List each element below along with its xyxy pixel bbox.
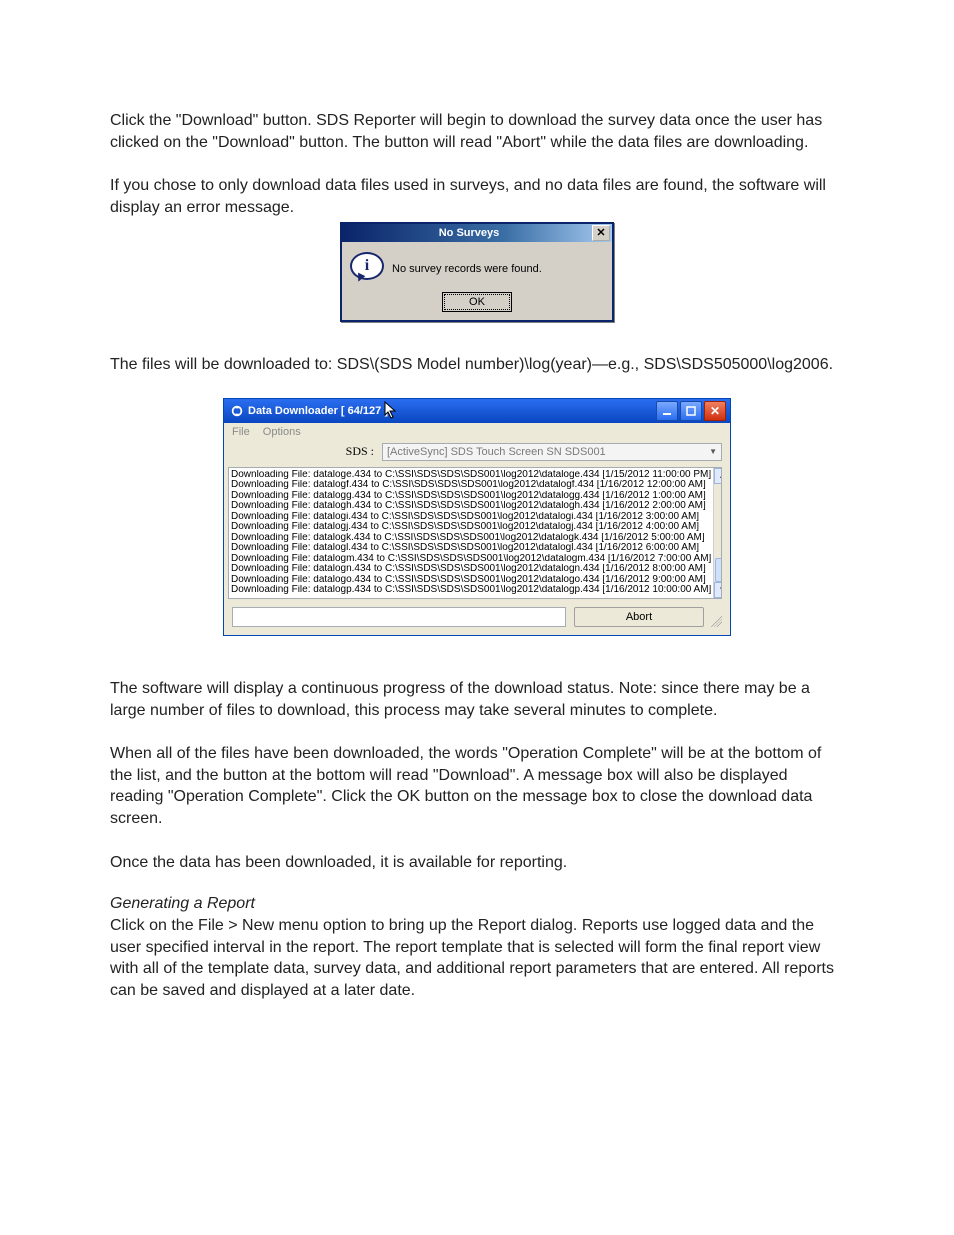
menu-options[interactable]: Options: [263, 426, 301, 438]
log-line: Downloading File: datalogg.434 to C:\SSI…: [231, 491, 711, 502]
log-line: Downloading File: datalogp.434 to C:\SSI…: [231, 585, 711, 596]
log-line: Downloading File: datalogj.434 to C:\SSI…: [231, 522, 711, 533]
sync-icon: [230, 404, 244, 418]
log-line: Downloading File: datalogn.434 to C:\SSI…: [231, 564, 711, 575]
paragraph: Click on the File > New menu option to b…: [110, 915, 844, 1001]
dialog-title: No Surveys: [346, 227, 592, 239]
resize-grip-icon[interactable]: [708, 613, 722, 627]
scroll-thumb[interactable]: [715, 558, 722, 582]
no-surveys-dialog: No Surveys ✕ i No survey records were fo…: [340, 222, 614, 322]
download-log: Downloading File: dataloge.434 to C:\SSI…: [228, 467, 722, 599]
ok-button[interactable]: OK: [444, 294, 510, 310]
cursor-icon: [384, 401, 398, 422]
maximize-icon[interactable]: [680, 401, 702, 421]
close-icon[interactable]: ✕: [592, 225, 610, 241]
paragraph: The software will display a continuous p…: [110, 678, 844, 721]
menubar: File Options: [224, 423, 730, 441]
sds-value: [ActiveSync] SDS Touch Screen SN SDS001: [387, 446, 606, 458]
menu-file[interactable]: File: [232, 426, 250, 438]
log-line: Downloading File: datalogi.434 to C:\SSI…: [231, 512, 711, 523]
log-line: Downloading File: dataloge.434 to C:\SSI…: [231, 470, 711, 481]
log-line: Downloading File: datalogh.434 to C:\SSI…: [231, 501, 711, 512]
sds-dropdown[interactable]: [ActiveSync] SDS Touch Screen SN SDS001 …: [382, 443, 722, 461]
log-line: Downloading File: datalogk.434 to C:\SSI…: [231, 533, 711, 544]
scrollbar[interactable]: ▲ ▼: [713, 468, 721, 598]
info-icon: i: [350, 252, 382, 286]
log-line: Downloading File: datalogf.434 to C:\SSI…: [231, 480, 711, 491]
window-titlebar[interactable]: Data Downloader [ 64/127 ] ✕: [224, 399, 730, 423]
chevron-down-icon: ▼: [709, 447, 717, 456]
log-line: Downloading File: datalogo.434 to C:\SSI…: [231, 575, 711, 586]
paragraph: When all of the files have been download…: [110, 743, 844, 829]
log-line: Downloading File: datalogl.434 to C:\SSI…: [231, 543, 711, 554]
paragraph: Click the "Download" button. SDS Reporte…: [110, 110, 844, 153]
abort-button[interactable]: Abort: [574, 607, 704, 627]
dialog-message: No survey records were found.: [392, 263, 542, 275]
window-title: Data Downloader [ 64/127 ]: [248, 405, 656, 417]
dialog-titlebar[interactable]: No Surveys ✕: [342, 224, 612, 242]
paragraph: If you chose to only download data files…: [110, 175, 844, 218]
scroll-down-icon[interactable]: ▼: [714, 582, 722, 598]
data-downloader-window: Data Downloader [ 64/127 ] ✕ File Option…: [223, 398, 731, 636]
paragraph: The files will be downloaded to: SDS\(SD…: [110, 354, 844, 376]
paragraph: Once the data has been downloaded, it is…: [110, 852, 844, 874]
close-icon[interactable]: ✕: [704, 401, 726, 421]
section-heading: Generating a Report: [110, 895, 844, 913]
scroll-up-icon[interactable]: ▲: [714, 468, 722, 484]
minimize-icon[interactable]: [656, 401, 678, 421]
sds-label: SDS :: [232, 444, 382, 459]
status-field: [232, 607, 566, 627]
log-line: Downloading File: datalogm.434 to C:\SSI…: [231, 554, 711, 565]
